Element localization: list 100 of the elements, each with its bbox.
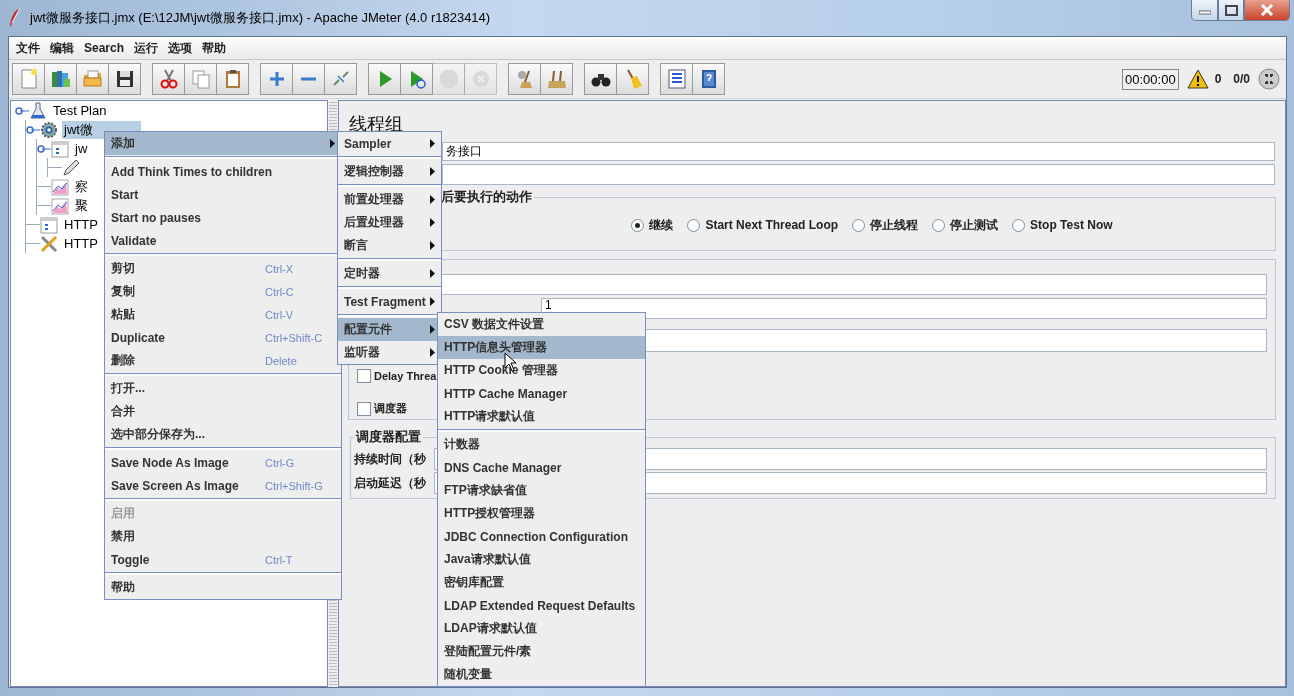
- toolbar-button[interactable]: [660, 63, 693, 95]
- checkbox-label: Delay Threa: [374, 370, 437, 382]
- feather-icon: [8, 7, 22, 27]
- menu-item[interactable]: Duplicate Ctrl+Shift-C: [105, 326, 341, 349]
- menu-item[interactable]: 随机变量: [438, 663, 645, 686]
- menu-item[interactable]: LDAP Extended Request Defaults: [438, 594, 645, 617]
- name-field[interactable]: 务接口: [442, 142, 1275, 161]
- menu-item[interactable]: Java请求默认值: [438, 548, 645, 571]
- chart-icon: [51, 177, 69, 196]
- menu-item[interactable]: Test Fragment: [338, 290, 441, 313]
- menu-item[interactable]: HTTP请求默认值: [438, 405, 645, 428]
- menu-item[interactable]: HTTP信息头管理器: [438, 336, 645, 359]
- close-icon: [1260, 4, 1274, 16]
- menu-item[interactable]: 登陆配置元件/素: [438, 640, 645, 663]
- radio-button[interactable]: [932, 218, 946, 232]
- submenu-arrow-icon: [430, 325, 435, 334]
- menu-item[interactable]: 帮助: [199, 39, 234, 57]
- menu-item[interactable]: Validate: [105, 229, 341, 252]
- text-field[interactable]: 1: [541, 298, 1267, 319]
- menu-item[interactable]: Search: [81, 41, 132, 55]
- tree-handle-icon: [15, 105, 29, 116]
- menu-item[interactable]: 删除 Delete: [105, 349, 341, 372]
- window-icon: [40, 215, 58, 234]
- checkbox[interactable]: [357, 401, 371, 416]
- menu-item[interactable]: 合并: [105, 400, 341, 423]
- menu-item[interactable]: 编辑: [47, 39, 81, 57]
- menu-item[interactable]: 前置处理器: [338, 188, 441, 211]
- radio-button[interactable]: [687, 218, 701, 232]
- menu-item[interactable]: JDBC Connection Configuration: [438, 525, 645, 548]
- tree-node[interactable]: 察: [73, 177, 90, 196]
- tree-handle-icon: [37, 143, 51, 154]
- maximize-icon: [1224, 4, 1238, 16]
- minus-icon: [301, 77, 316, 81]
- chart-icon: [51, 196, 69, 215]
- menu-item[interactable]: 密钥库配置: [438, 571, 645, 594]
- thread-count: 0/0: [1233, 72, 1250, 86]
- tree-handle-icon: [26, 124, 40, 135]
- menu-item[interactable]: 运行: [131, 39, 166, 57]
- warning-icon: [1186, 69, 1209, 89]
- menu-item[interactable]: HTTP授权管理器: [438, 502, 645, 525]
- radio-button[interactable]: [852, 218, 866, 232]
- menu-item[interactable]: 文件: [13, 39, 47, 57]
- gear-icon: [40, 120, 58, 139]
- submenu-arrow-icon: [430, 139, 435, 148]
- menu-item[interactable]: 剪切 Ctrl-X: [105, 257, 341, 280]
- copy-icon: [189, 68, 212, 90]
- menu-item[interactable]: FTP请求缺省值: [438, 479, 645, 502]
- radio-button[interactable]: [1012, 218, 1026, 232]
- menu-item[interactable]: Start no pauses: [105, 206, 341, 229]
- menu-item[interactable]: HTTP Cache Manager: [438, 382, 645, 405]
- stop-icon: [437, 68, 460, 90]
- menu-item[interactable]: HTTP Cookie 管理器: [438, 359, 645, 382]
- radio-label: Start Next Thread Loop: [705, 218, 839, 232]
- tree-node[interactable]: 聚: [73, 196, 90, 215]
- toolbar-button[interactable]: [108, 63, 141, 95]
- menu-item[interactable]: 选项: [165, 39, 200, 57]
- menu-item[interactable]: 禁用: [105, 525, 341, 548]
- tree-node[interactable]: HTTP: [62, 217, 100, 232]
- menu-item[interactable]: 选中部分保存为...: [105, 423, 341, 446]
- menu-item[interactable]: Save Node As Image Ctrl-G: [105, 451, 341, 474]
- menu-item[interactable]: 监听器: [338, 341, 441, 364]
- comment-field[interactable]: [442, 164, 1275, 185]
- text-field[interactable]: [441, 274, 1267, 295]
- submenu-arrow-icon: [430, 218, 435, 227]
- group-title: 后要执行的动作: [440, 188, 533, 206]
- menu-item[interactable]: Start: [105, 183, 341, 206]
- submenu-arrow-icon: [430, 269, 435, 278]
- radio-label: 继续: [649, 216, 674, 234]
- tree-node[interactable]: jw: [73, 141, 90, 156]
- menu-item[interactable]: DNS Cache Manager: [438, 456, 645, 479]
- menu-item[interactable]: 帮助: [105, 576, 341, 599]
- menu-item[interactable]: 断言: [338, 234, 441, 257]
- tree-node[interactable]: Test Plan: [51, 103, 109, 118]
- toolbar-button[interactable]: [692, 63, 725, 95]
- brooms-icon: [545, 68, 568, 90]
- menu-item[interactable]: 后置处理器: [338, 211, 441, 234]
- minimize-button[interactable]: [1191, 0, 1218, 21]
- window-icon: [51, 139, 69, 158]
- menu-item[interactable]: 打开...: [105, 377, 341, 400]
- menu-item[interactable]: 复制 Ctrl-C: [105, 280, 341, 303]
- menu-item[interactable]: 定时器: [338, 262, 441, 285]
- checkbox[interactable]: [357, 369, 371, 383]
- toolbar-button[interactable]: [584, 63, 617, 95]
- menu-item[interactable]: 粘贴 Ctrl-V: [105, 303, 341, 326]
- window-title: jwt微服务接口.jmx (E:\12JM\jwt微服务接口.jmx) - Apache JMeter (4.0 r1823414): [30, 9, 491, 27]
- menu-item[interactable]: LDAP请求默认值: [438, 617, 645, 640]
- maximize-button[interactable]: [1218, 0, 1244, 21]
- menu-item[interactable]: 逻辑控制器: [338, 160, 441, 183]
- tree-node[interactable]: HTTP: [62, 236, 100, 251]
- close-button[interactable]: [1244, 0, 1290, 21]
- menu-item[interactable]: Add Think Times to children: [105, 160, 341, 183]
- radio-button[interactable]: [631, 218, 645, 232]
- menu-item[interactable]: Save Screen As Image Ctrl+Shift-G: [105, 474, 341, 497]
- radio-label: Stop Test Now: [1030, 218, 1113, 232]
- menu-item[interactable]: Toggle Ctrl-T: [105, 548, 341, 571]
- submenu-arrow-icon: [430, 297, 435, 306]
- menu-item[interactable]: 计数器: [438, 433, 645, 456]
- group-title: 调度器配置: [354, 428, 422, 446]
- checkbox-label: 调度器: [374, 401, 407, 416]
- field-label: 启动延迟（秒: [354, 474, 426, 492]
